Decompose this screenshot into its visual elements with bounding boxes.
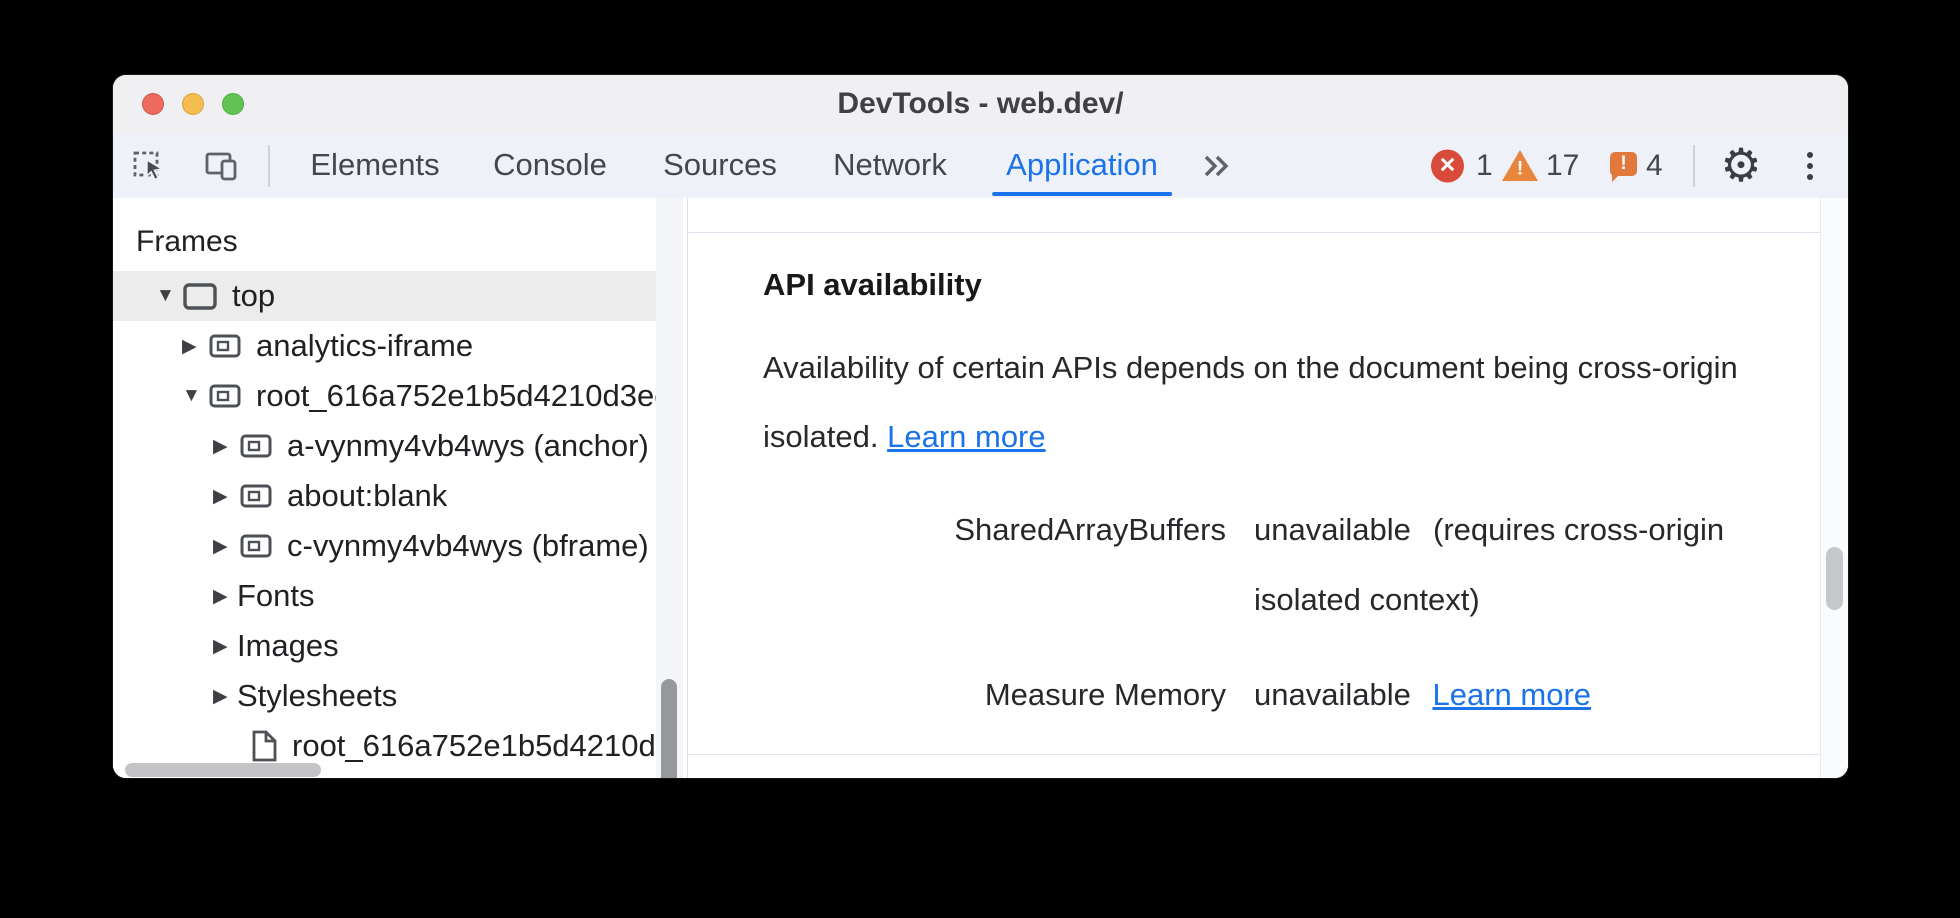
iframe-icon (206, 331, 244, 361)
window-title: DevTools - web.dev/ (113, 75, 1848, 133)
section-heading: API availability (763, 265, 982, 305)
inspect-element-icon[interactable] (133, 150, 165, 182)
chevron-right-icon[interactable]: ▶ (213, 535, 237, 558)
iframe-icon (237, 431, 275, 461)
chevron-right-icon[interactable]: ▶ (182, 335, 206, 358)
toolbar-separator (268, 145, 270, 187)
description-text: isolated. (763, 419, 878, 454)
warning-mark-glyph: ! (1502, 158, 1538, 180)
tree-item-anchor-frame[interactable]: ▶ a-vynmy4vb4wys (anchor) (113, 421, 656, 471)
tree-item-top[interactable]: ▼ top (113, 271, 656, 321)
error-x-glyph: × (1440, 149, 1456, 179)
tree-item-label: analytics-iframe (256, 328, 473, 364)
tree-item-label: a-vynmy4vb4wys (anchor) (287, 428, 649, 464)
tree-item-fonts[interactable]: ▶ Fonts (113, 571, 656, 621)
chevron-right-icon[interactable]: ▶ (213, 635, 237, 658)
chevron-down-icon[interactable]: ▼ (156, 285, 180, 307)
tab-console[interactable]: Console (479, 133, 621, 197)
settings-gear-icon[interactable]: ⚙ (1720, 142, 1761, 188)
devtools-toolbar: Elements Console Sources Network Applica… (113, 133, 1848, 199)
toggle-device-toolbar-icon[interactable] (205, 151, 239, 181)
toolbar-separator (1693, 145, 1695, 187)
devtools-window: DevTools - web.dev/ Elements Console Sou… (113, 75, 1848, 778)
more-tabs-chevron-icon[interactable] (1202, 152, 1232, 180)
tab-sources[interactable]: Sources (649, 133, 791, 197)
description-line-1: Availability of certain APIs depends on … (763, 348, 1738, 388)
api-status: unavailable Learn more (1254, 675, 1591, 715)
sidebar-section-header: Frames (113, 198, 656, 272)
horizontal-scrollbar-thumb[interactable] (125, 763, 321, 777)
error-count[interactable]: 1 (1476, 149, 1493, 183)
tab-network[interactable]: Network (819, 133, 961, 197)
api-status-text: unavailable (1254, 677, 1411, 712)
frames-sidebar: Frames ▼ top ▶ analytics-iframe (113, 198, 656, 778)
issue-mark-glyph: ! (1620, 153, 1626, 174)
tab-elements[interactable]: Elements (296, 133, 453, 197)
api-status: unavailable (1254, 510, 1411, 550)
more-options-kebab-icon[interactable] (1807, 152, 1813, 180)
api-availability-panel: API availability Availability of certain… (688, 198, 1820, 778)
section-divider (688, 754, 1820, 755)
console-errors-icon[interactable]: × (1431, 149, 1464, 182)
api-status-note: (requires cross-origin (1433, 510, 1724, 550)
chevron-right-icon[interactable]: ▶ (213, 585, 237, 608)
content-scrollbar-track[interactable] (1820, 198, 1848, 778)
learn-more-link[interactable]: Learn more (887, 419, 1046, 454)
measure-memory-learn-more-link[interactable]: Learn more (1432, 677, 1591, 712)
tree-item-label: root_616a752e1b5d4210d3ec (256, 378, 656, 414)
description-line-2: isolated. Learn more (763, 417, 1046, 457)
chevron-right-icon[interactable]: ▶ (213, 435, 237, 458)
api-name: SharedArrayBuffers (763, 510, 1226, 550)
iframe-icon (237, 481, 275, 511)
tree-item-label: c-vynmy4vb4wys (bframe) (287, 528, 649, 564)
section-divider (688, 232, 1820, 233)
titlebar: DevTools - web.dev/ (113, 75, 1848, 134)
tree-item-label: Fonts (237, 578, 315, 614)
frames-header-label: Frames (136, 225, 238, 259)
tree-item-label: root_616a752e1b5d4210d3 (292, 728, 656, 764)
sidebar-scrollbar-thumb[interactable] (661, 679, 677, 778)
iframe-icon (206, 381, 244, 411)
tree-item-about-blank[interactable]: ▶ about:blank (113, 471, 656, 521)
frames-tree: ▼ top ▶ analytics-iframe ▼ (113, 271, 656, 767)
tree-item-bframe[interactable]: ▶ c-vynmy4vb4wys (bframe) (113, 521, 656, 571)
main-area: Frames ▼ top ▶ analytics-iframe (113, 198, 1848, 778)
content-scrollbar-thumb[interactable] (1826, 547, 1843, 610)
tree-item-label: Images (237, 628, 339, 664)
api-status-note: isolated context) (1254, 580, 1480, 620)
chevron-right-icon[interactable]: ▶ (213, 685, 237, 708)
tree-item-root-frame[interactable]: ▼ root_616a752e1b5d4210d3ec (113, 371, 656, 421)
console-warnings-icon[interactable]: ! (1502, 150, 1538, 181)
desktop: { "window": { "title": "DevTools - web.d… (0, 0, 1960, 918)
tree-item-label: Stylesheets (237, 678, 397, 714)
tree-item-analytics-iframe[interactable]: ▶ analytics-iframe (113, 321, 656, 371)
frame-icon (180, 280, 220, 312)
chevron-down-icon[interactable]: ▼ (182, 385, 206, 407)
document-icon (248, 729, 280, 763)
tree-item-document[interactable]: root_616a752e1b5d4210d3 (113, 721, 656, 767)
warning-count[interactable]: 17 (1546, 149, 1579, 183)
chevron-right-icon[interactable]: ▶ (213, 485, 237, 508)
tree-item-stylesheets[interactable]: ▶ Stylesheets (113, 671, 656, 721)
api-name: Measure Memory (763, 675, 1226, 715)
iframe-icon (237, 531, 275, 561)
tree-item-label: top (232, 278, 275, 314)
tree-item-images[interactable]: ▶ Images (113, 621, 656, 671)
tree-item-label: about:blank (287, 478, 447, 514)
issues-icon[interactable]: ! (1610, 152, 1637, 176)
issue-count[interactable]: 4 (1646, 149, 1663, 183)
tab-application[interactable]: Application (992, 133, 1172, 197)
